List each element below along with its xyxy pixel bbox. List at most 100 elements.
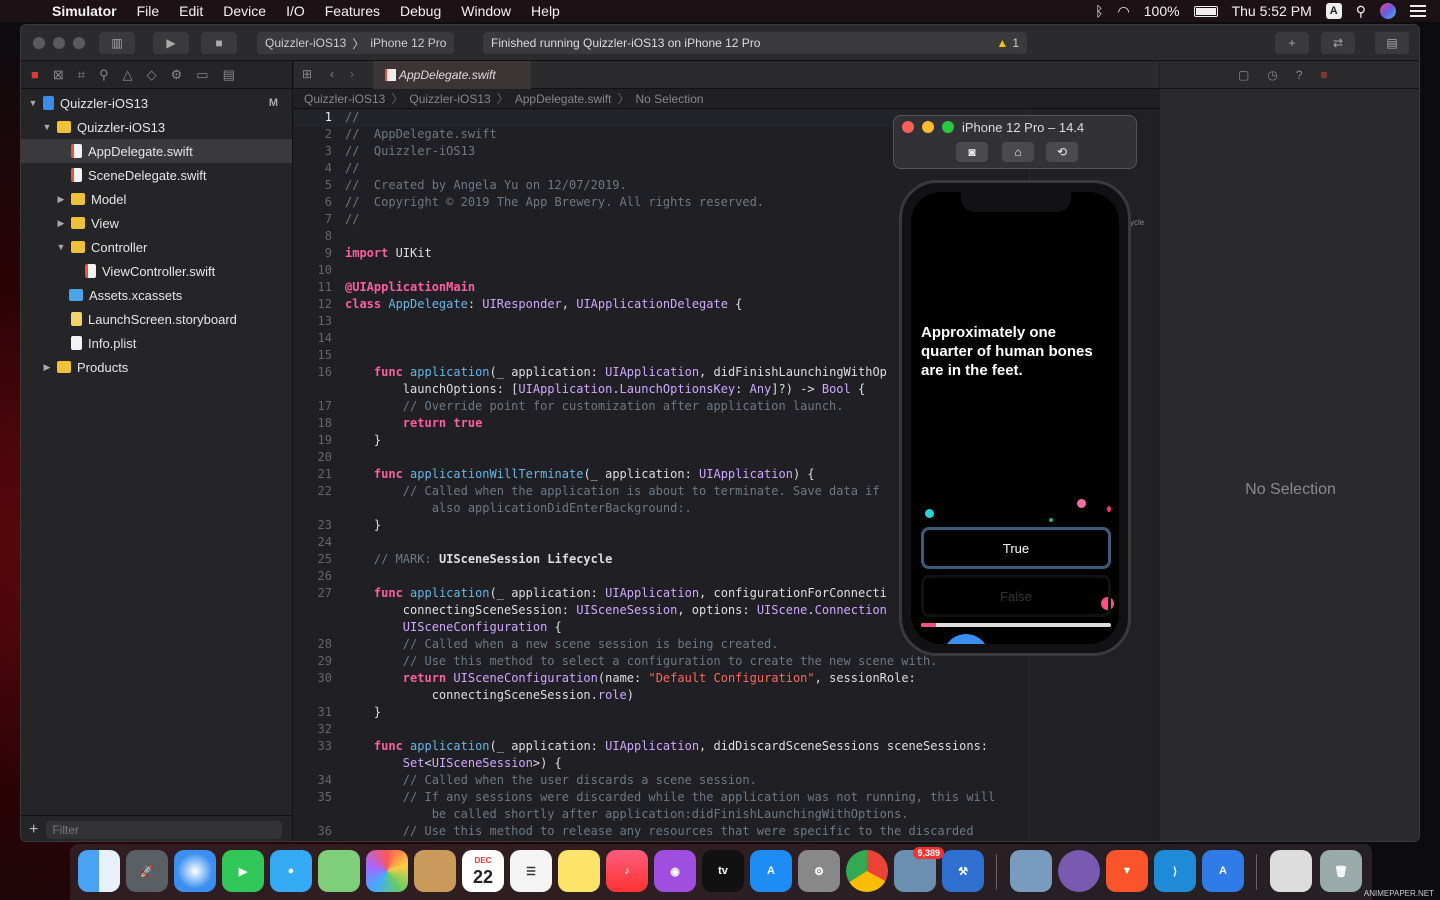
scheme-selector[interactable]: Quizzler-iOS13 〉 iPhone 12 Pro: [257, 32, 455, 54]
disclosure-open-icon[interactable]: ▼: [55, 242, 67, 252]
trash-icon[interactable]: 🗑: [1320, 850, 1362, 892]
library-plus-icon[interactable]: +: [1275, 32, 1309, 54]
finder-icon[interactable]: [78, 850, 120, 892]
report-icon[interactable]: ▤: [223, 67, 235, 83]
menu-edit[interactable]: Edit: [179, 3, 203, 19]
menu-device[interactable]: Device: [223, 3, 266, 19]
input-source-icon[interactable]: A: [1325, 3, 1342, 19]
minimize-window-button[interactable]: [53, 37, 65, 49]
breakpoint-icon[interactable]: ▭: [196, 67, 208, 83]
contacts-icon[interactable]: [414, 850, 456, 892]
menu-io[interactable]: I/O: [286, 3, 305, 19]
issue-icon[interactable]: △: [123, 67, 133, 83]
notes-icon[interactable]: [558, 850, 600, 892]
folder-icon[interactable]: ■: [31, 67, 39, 82]
navigator-filter-input[interactable]: Filter: [46, 820, 283, 839]
xcode-icon[interactable]: ⚒: [942, 850, 984, 892]
add-file-icon[interactable]: +: [29, 821, 38, 839]
wifi-icon[interactable]: ◠: [1118, 3, 1130, 20]
back-arrow-icon[interactable]: ‹: [330, 67, 334, 81]
symbol-icon[interactable]: ⌗: [78, 67, 85, 83]
jump-symbol[interactable]: No Selection: [636, 92, 704, 106]
tree-group[interactable]: ▶ View: [21, 211, 292, 235]
maps-icon[interactable]: [318, 850, 360, 892]
bluetooth-icon[interactable]: ᛒ: [1095, 3, 1103, 19]
zoom-window-button[interactable]: [73, 37, 85, 49]
safari-icon[interactable]: [174, 850, 216, 892]
tree-group[interactable]: ▶ Products: [21, 355, 292, 379]
tree-group[interactable]: ▶ Model: [21, 187, 292, 211]
source-control-icon[interactable]: ⊠: [53, 67, 64, 83]
jump-project[interactable]: Quizzler-iOS13: [304, 92, 385, 106]
bomb-app-icon[interactable]: [1058, 850, 1100, 892]
disclosure-closed-icon[interactable]: ▶: [55, 218, 67, 229]
menu-features[interactable]: Features: [325, 3, 380, 19]
chrome-icon[interactable]: [846, 850, 888, 892]
music-icon[interactable]: ♪: [606, 850, 648, 892]
menu-app-name[interactable]: Simulator: [52, 3, 117, 19]
true-button[interactable]: True: [921, 527, 1111, 569]
reminders-icon[interactable]: ☰: [510, 850, 552, 892]
tree-file[interactable]: Assets.xcassets: [21, 283, 292, 307]
disclosure-closed-icon[interactable]: ▶: [41, 362, 53, 373]
tab-appdelegate[interactable]: AppDelegate.swift: [373, 61, 531, 89]
search-icon[interactable]: ⚲: [1356, 3, 1366, 20]
control-center-icon[interactable]: [1410, 5, 1426, 17]
inspector-toggle-icon[interactable]: ▤: [1375, 32, 1409, 54]
navigator-toggle-icon[interactable]: ▥: [99, 32, 135, 54]
quick-help-icon[interactable]: ?: [1296, 68, 1303, 82]
tree-file[interactable]: AppDelegate.swift: [21, 139, 292, 163]
photos-icon[interactable]: [366, 850, 408, 892]
tree-file[interactable]: ViewController.swift: [21, 259, 292, 283]
mail-app-icon[interactable]: 9,389: [894, 847, 944, 892]
menubar-clock[interactable]: Thu 5:52 PM: [1232, 3, 1312, 19]
launchpad-icon[interactable]: 🚀: [126, 850, 168, 892]
tree-file[interactable]: SceneDelegate.swift: [21, 163, 292, 187]
file-inspector-icon[interactable]: ▢: [1238, 68, 1249, 82]
close-window-button[interactable]: [902, 121, 914, 133]
jump-file[interactable]: AppDelegate.swift: [515, 92, 612, 106]
facetime-icon[interactable]: ▶: [222, 850, 264, 892]
menu-window[interactable]: Window: [461, 3, 511, 19]
code-review-icon[interactable]: ⇄: [1321, 32, 1355, 54]
attributes-inspector-icon[interactable]: ≡: [1321, 68, 1328, 82]
tree-file[interactable]: Info.plist: [21, 331, 292, 355]
brave-icon[interactable]: ▼: [1106, 850, 1148, 892]
tree-group[interactable]: ▼ Controller: [21, 235, 292, 259]
stop-button[interactable]: ■: [201, 32, 237, 54]
app-store-icon[interactable]: A: [750, 850, 792, 892]
home-icon[interactable]: ⌂: [1002, 142, 1034, 162]
calendar-icon[interactable]: DEC 22: [462, 850, 504, 892]
find-icon[interactable]: ⚲: [99, 67, 109, 83]
menu-help[interactable]: Help: [531, 3, 560, 19]
tree-project[interactable]: ▼ Quizzler-iOS13 M: [21, 91, 292, 115]
tree-group[interactable]: ▼ Quizzler-iOS13: [21, 115, 292, 139]
rotate-icon[interactable]: ⟲: [1046, 142, 1078, 162]
history-icon[interactable]: ◷: [1267, 68, 1277, 82]
apple-tv-icon[interactable]: tv: [702, 850, 744, 892]
menu-debug[interactable]: Debug: [400, 3, 441, 19]
system-preferences-icon[interactable]: ⚙: [798, 850, 840, 892]
close-window-button[interactable]: [33, 37, 45, 49]
false-button[interactable]: False: [921, 575, 1111, 617]
debug-icon[interactable]: ⚙: [171, 67, 183, 83]
run-button[interactable]: ▶: [153, 32, 189, 54]
archive-file-icon[interactable]: [1270, 850, 1312, 892]
zoom-window-button[interactable]: [942, 121, 954, 133]
tree-file[interactable]: LaunchScreen.storyboard: [21, 307, 292, 331]
forward-arrow-icon[interactable]: ›: [350, 67, 354, 81]
menu-file[interactable]: File: [137, 3, 160, 19]
test-icon[interactable]: ◇: [147, 67, 157, 83]
podcasts-icon[interactable]: ◉: [654, 850, 696, 892]
xcode-icon[interactable]: A: [1202, 850, 1244, 892]
siri-icon[interactable]: [1380, 3, 1396, 19]
messages-icon[interactable]: ●: [270, 850, 312, 892]
jump-group[interactable]: Quizzler-iOS13: [409, 92, 490, 106]
battery-icon[interactable]: [1193, 5, 1218, 17]
screenshot-camera-icon[interactable]: ◙: [956, 142, 988, 162]
preview-icon[interactable]: [1010, 850, 1052, 892]
disclosure-open-icon[interactable]: ▼: [41, 122, 53, 132]
related-items-icon[interactable]: ⊞: [302, 67, 312, 81]
minimize-window-button[interactable]: [922, 121, 934, 133]
disclosure-closed-icon[interactable]: ▶: [55, 194, 67, 205]
